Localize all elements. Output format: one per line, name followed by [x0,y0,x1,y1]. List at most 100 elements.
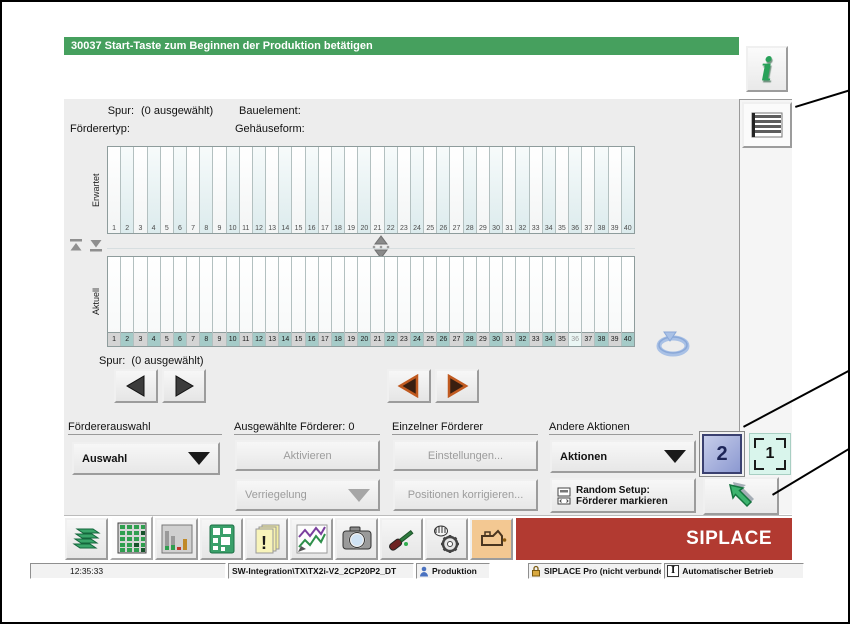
step-2-button[interactable]: 2 [699,431,745,477]
erwartet-track-3[interactable]: 3 [133,147,146,233]
aktuell-track-22[interactable]: 22 [384,257,397,346]
erwartet-track-16[interactable]: 16 [305,147,318,233]
erwartet-next-button[interactable] [162,369,206,403]
toolbar-button-messages[interactable]: ! [245,518,288,560]
erwartet-track-32[interactable]: 32 [515,147,528,233]
move-to-bottom-button[interactable] [88,239,104,257]
erwartet-track-28[interactable]: 28 [463,147,476,233]
erwartet-track-14[interactable]: 14 [278,147,291,233]
aktuell-track-40[interactable]: 40 [621,257,634,346]
toolbar-button-camera[interactable] [335,518,378,560]
aktuell-track-7[interactable]: 7 [186,257,199,346]
aktuell-track-38[interactable]: 38 [594,257,607,346]
aktivieren-button[interactable]: Aktivieren [235,440,380,471]
aktuell-track-11[interactable]: 11 [239,257,252,346]
verriegelung-dropdown[interactable]: Verriegelung [235,479,380,511]
aktuell-track-13[interactable]: 13 [265,257,278,346]
random-setup-button[interactable]: Random Setup: Förderer markieren [550,478,696,513]
aktuell-track-19[interactable]: 19 [344,257,357,346]
aktionen-dropdown[interactable]: Aktionen [550,440,696,473]
erwartet-track-26[interactable]: 26 [436,147,449,233]
erwartet-track-4[interactable]: 4 [147,147,160,233]
move-to-top-button[interactable] [68,239,84,257]
aktuell-track-1[interactable]: 1 [108,257,120,346]
erwartet-track-9[interactable]: 9 [212,147,225,233]
aktuell-track-8[interactable]: 8 [199,257,212,346]
toolbar-button-component-levels[interactable] [155,518,198,560]
aktuell-track-10[interactable]: 10 [226,257,239,346]
aktuell-track-24[interactable]: 24 [410,257,423,346]
toolbar-button-manual-operation[interactable] [425,518,468,560]
erwartet-prev-button[interactable] [114,369,158,403]
aktuell-prev-button[interactable] [387,369,431,403]
erwartet-track-10[interactable]: 10 [226,147,239,233]
erwartet-track-27[interactable]: 27 [449,147,462,233]
erwartet-track-25[interactable]: 25 [423,147,436,233]
aktuell-track-16[interactable]: 16 [305,257,318,346]
aktuell-track-12[interactable]: 12 [252,257,265,346]
aktuell-track-25[interactable]: 25 [423,257,436,346]
toolbar-button-feeder-overview[interactable] [110,516,153,560]
aktuell-track-34[interactable]: 34 [542,257,555,346]
aktuell-track-21[interactable]: 21 [370,257,383,346]
erwartet-track-20[interactable]: 20 [357,147,370,233]
erwartet-track-13[interactable]: 13 [265,147,278,233]
aktuell-track-18[interactable]: 18 [331,257,344,346]
aktuell-track-2[interactable]: 2 [120,257,133,346]
einstellungen-button[interactable]: Einstellungen... [393,440,538,471]
erwartet-track-35[interactable]: 35 [555,147,568,233]
erwartet-track-21[interactable]: 21 [370,147,383,233]
erwartet-track-31[interactable]: 31 [502,147,515,233]
erwartet-track-33[interactable]: 33 [529,147,542,233]
erwartet-track-2[interactable]: 2 [120,147,133,233]
erwartet-track-15[interactable]: 15 [291,147,304,233]
aktuell-track-26[interactable]: 26 [436,257,449,346]
erwartet-track-30[interactable]: 30 [489,147,502,233]
aktuell-track-9[interactable]: 9 [212,257,225,346]
erwartet-track-24[interactable]: 24 [410,147,423,233]
aktuell-track-20[interactable]: 20 [357,257,370,346]
aktuell-track-39[interactable]: 39 [608,257,621,346]
erwartet-track-1[interactable]: 1 [108,147,120,233]
aktuell-track-33[interactable]: 33 [529,257,542,346]
aktuell-track-27[interactable]: 27 [449,257,462,346]
aktuell-track-36[interactable]: 36 [568,257,581,346]
positionen-korrigieren-button[interactable]: Positionen korrigieren... [393,479,538,511]
erwartet-track-23[interactable]: 23 [397,147,410,233]
aktuell-track-4[interactable]: 4 [147,257,160,346]
toolbar-button-service[interactable] [380,518,423,560]
erwartet-track-38[interactable]: 38 [594,147,607,233]
aktuell-track-37[interactable]: 37 [581,257,594,346]
aktuell-track-23[interactable]: 23 [397,257,410,346]
erwartet-track-12[interactable]: 12 [252,147,265,233]
aktuell-track-35[interactable]: 35 [555,257,568,346]
erwartet-track-6[interactable]: 6 [173,147,186,233]
aktuell-track-17[interactable]: 17 [318,257,331,346]
table-view-tab[interactable] [742,102,792,148]
rotate-button[interactable] [652,330,694,363]
aktuell-track-29[interactable]: 29 [476,257,489,346]
erwartet-track-7[interactable]: 7 [186,147,199,233]
aktuell-track-5[interactable]: 5 [160,257,173,346]
erwartet-track-34[interactable]: 34 [542,147,555,233]
toolbar-button-maintenance[interactable] [470,518,513,560]
aktuell-track-15[interactable]: 15 [291,257,304,346]
aktuell-next-button[interactable] [435,369,479,403]
auswahl-dropdown[interactable]: Auswahl [72,442,220,475]
erwartet-track-8[interactable]: 8 [199,147,212,233]
erwartet-track-11[interactable]: 11 [239,147,252,233]
erwartet-track-19[interactable]: 19 [344,147,357,233]
toolbar-button-statistics[interactable] [290,518,333,560]
aktuell-track-6[interactable]: 6 [173,257,186,346]
aktuell-track-32[interactable]: 32 [515,257,528,346]
erwartet-track-5[interactable]: 5 [160,147,173,233]
erwartet-track-36[interactable]: 36 [568,147,581,233]
toolbar-button-pcb[interactable] [200,518,243,560]
aktuell-track-28[interactable]: 28 [463,257,476,346]
toolbar-button-boards[interactable] [65,518,108,560]
aktuell-track-30[interactable]: 30 [489,257,502,346]
erwartet-track-37[interactable]: 37 [581,147,594,233]
back-arrow-button[interactable] [703,477,779,515]
erwartet-track-17[interactable]: 17 [318,147,331,233]
aktuell-track-3[interactable]: 3 [133,257,146,346]
